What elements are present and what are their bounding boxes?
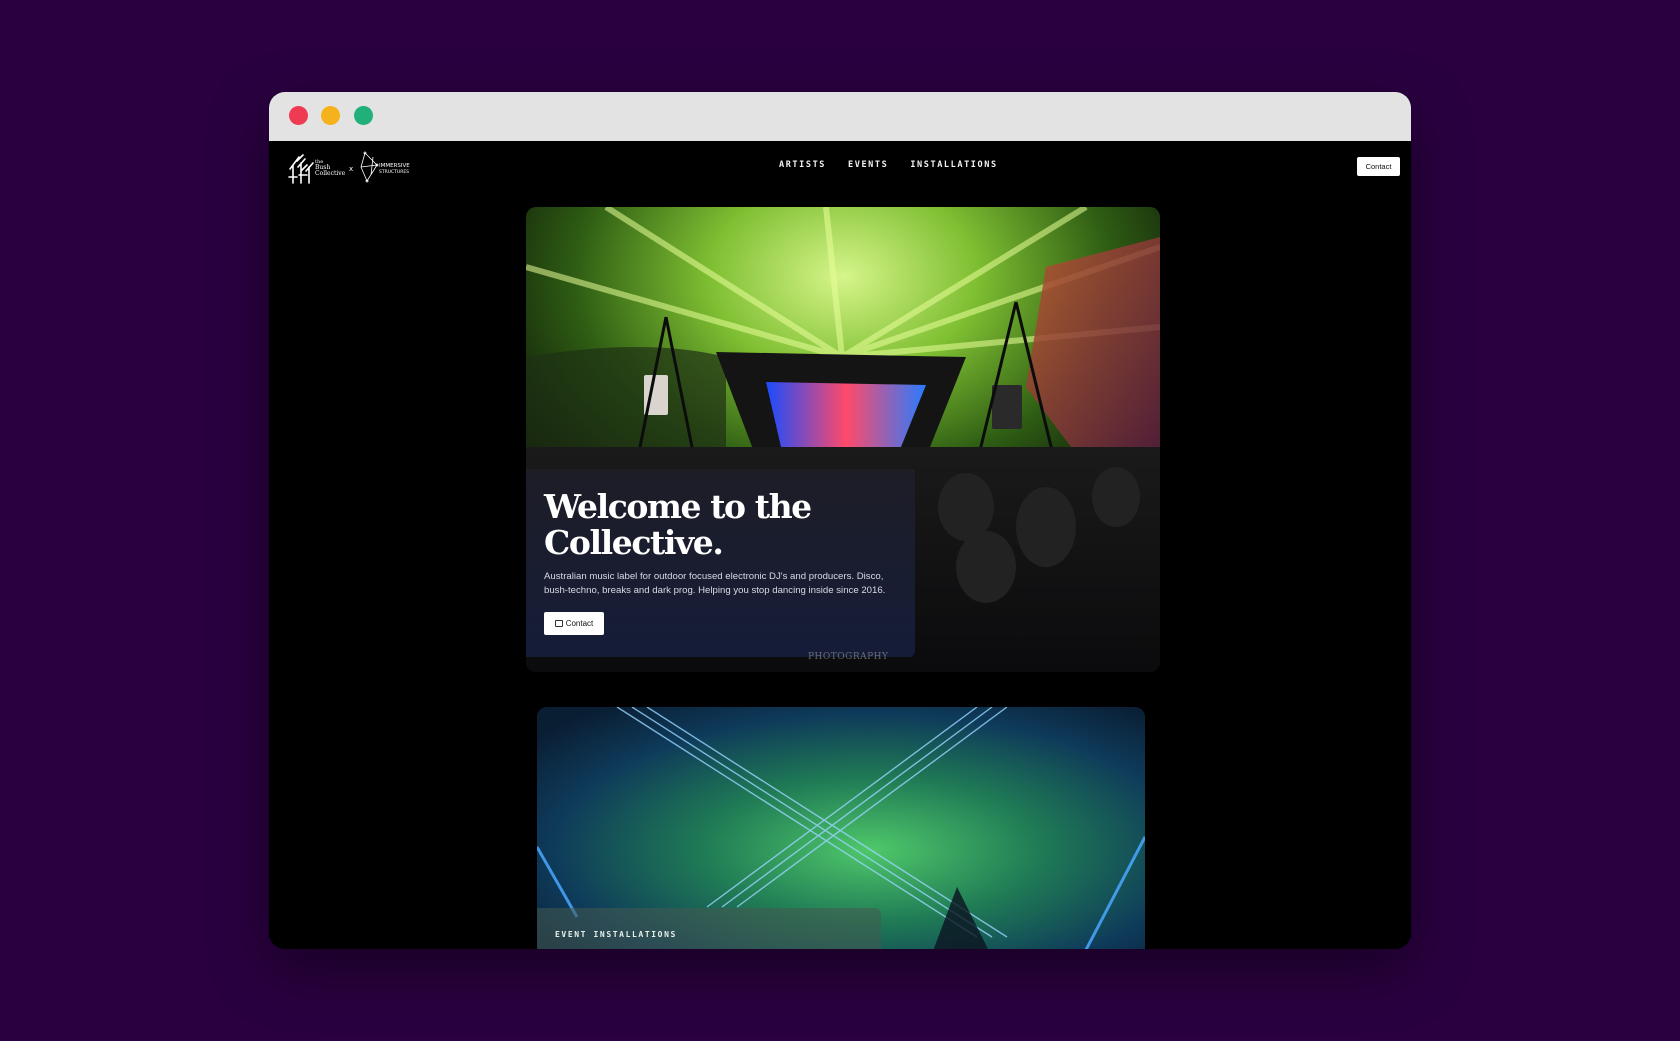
nav-links: ARTISTS EVENTS INSTALLATIONS [779,160,998,170]
website: the Bush Collective x IMMERSIVE STRUCTUR… [269,141,1411,949]
maximize-window-button[interactable] [354,106,373,125]
hero-description: Australian music label for outdoor focus… [544,571,886,596]
photo-watermark: PHOTOGRAPHY [808,652,889,662]
hero-text-panel: Welcome to the Collective. Australian mu… [526,469,915,657]
close-window-button[interactable] [289,106,308,125]
nav-link-artists[interactable]: ARTISTS [779,160,826,170]
brand-logo[interactable]: the Bush Collective x IMMERSIVE STRUCTUR… [287,147,423,187]
nav-contact-button[interactable]: Contact [1357,157,1400,176]
installations-card[interactable]: EVENT INSTALLATIONS [537,707,1145,949]
hero-contact-label: Contact [565,619,594,628]
hero-contact-button[interactable]: Contact [544,612,604,635]
hero-card: Welcome to the Collective. Australian mu… [526,207,1160,672]
installations-label-panel: EVENT INSTALLATIONS [537,908,881,949]
installations-label: EVENT INSTALLATIONS [555,930,677,939]
brand-logo-art: the Bush Collective x IMMERSIVE STRUCTUR… [288,151,410,184]
minimize-window-button[interactable] [321,106,340,125]
browser-window: the Bush Collective x IMMERSIVE STRUCTUR… [269,92,1411,949]
top-navigation: the Bush Collective x IMMERSIVE STRUCTUR… [269,141,1411,191]
svg-text:x: x [349,165,353,173]
nav-link-events[interactable]: EVENTS [848,160,888,170]
nav-link-installations[interactable]: INSTALLATIONS [910,160,997,170]
svg-text:STRUCTURES: STRUCTURES [379,169,409,175]
window-titlebar [269,92,1411,142]
svg-text:IMMERSIVE: IMMERSIVE [379,163,410,169]
chat-bubble-icon [554,620,563,627]
svg-text:Collective: Collective [315,170,346,177]
hero-title: Welcome to the Collective. [544,487,812,562]
